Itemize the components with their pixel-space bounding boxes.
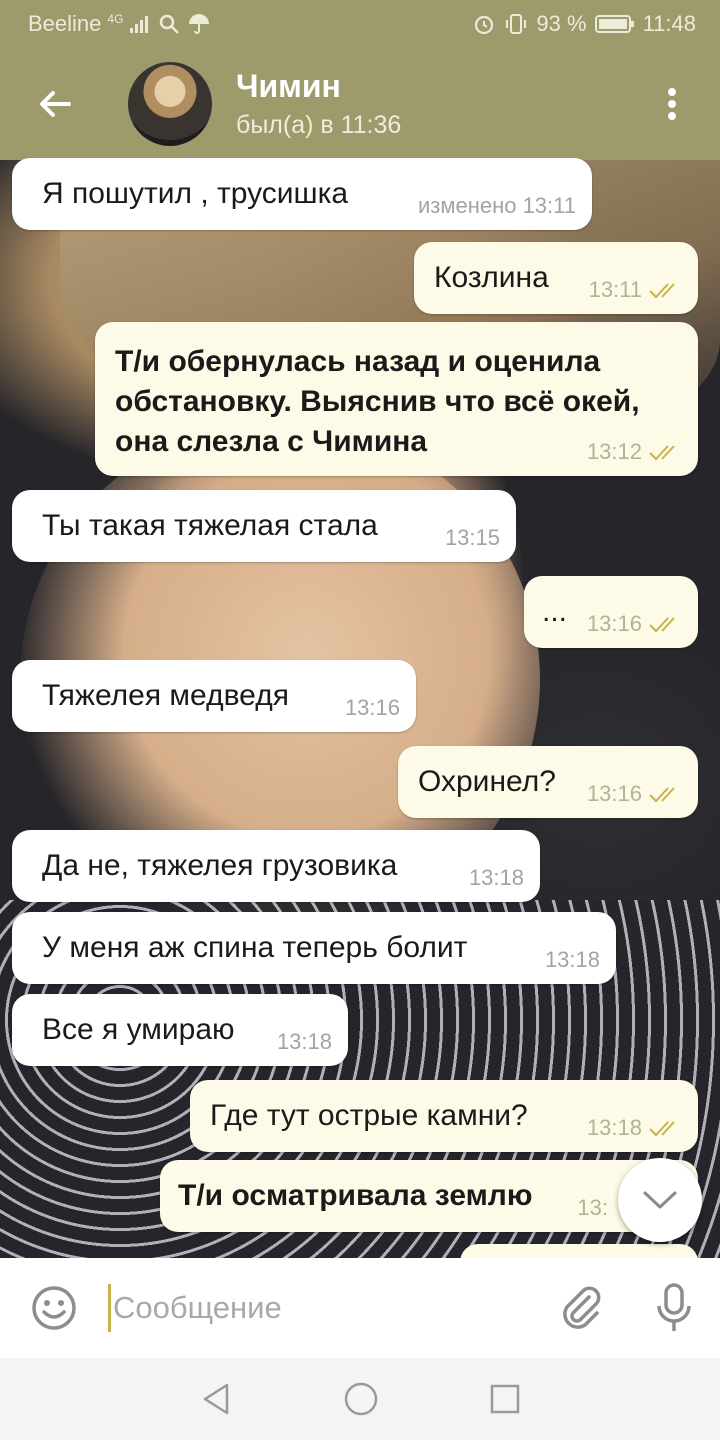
- more-vertical-icon: [668, 88, 676, 120]
- message-time: 13:16: [587, 782, 682, 806]
- back-button[interactable]: [0, 48, 110, 160]
- alarm-icon: [475, 15, 494, 35]
- message-text: Да не, тяжелея грузовика: [42, 849, 398, 882]
- scroll-down-button[interactable]: [618, 1158, 702, 1242]
- carrier-label: Beeline: [28, 11, 102, 36]
- message-bubble[interactable]: Козлина 13:11: [414, 242, 698, 314]
- more-options-button[interactable]: [624, 48, 720, 160]
- message-bubble[interactable]: Да не, тяжелея грузовика 13:18: [12, 830, 540, 902]
- chat-title-block[interactable]: Чимин был(а) в 11:36: [236, 66, 401, 142]
- last-seen-status: был(а) в 11:36: [236, 111, 402, 139]
- message-time: 13:18: [544, 947, 600, 972]
- message-bubble[interactable]: Ты такая тяжелая стала 13:15: [12, 490, 516, 562]
- message-bubble[interactable]: Тяжелея медведя 13:16: [12, 660, 416, 732]
- message-time: 13:18: [276, 1029, 332, 1054]
- umbrella-icon: [189, 14, 210, 34]
- search-icon: [160, 14, 180, 34]
- message-bubble[interactable]: Я пошутил , трусишка изменено 13:11: [12, 158, 592, 230]
- nav-recents-icon[interactable]: [489, 1383, 521, 1415]
- message-time: 13:18: [468, 865, 524, 890]
- double-check-icon: [649, 283, 675, 299]
- emoji-button[interactable]: [0, 1258, 108, 1358]
- status-bar: Beeline 4G 93 % 11:48: [0, 0, 720, 48]
- message-bubble[interactable]: Все я умираю 13:18: [12, 994, 348, 1066]
- message-bubble[interactable]: Охринел? 13:16: [398, 746, 698, 818]
- double-check-icon: [649, 787, 675, 803]
- clock: 11:48: [642, 11, 696, 36]
- message-input[interactable]: Сообщение: [108, 1258, 536, 1358]
- message-time: изменено 13:11: [417, 193, 576, 218]
- message-bubble[interactable]: У меня аж спина теперь болит 13:18: [12, 912, 616, 984]
- nav-back-icon[interactable]: [199, 1382, 233, 1416]
- battery-icon: [594, 15, 634, 33]
- double-check-icon: [649, 617, 675, 633]
- paperclip-icon: [563, 1286, 601, 1329]
- message-time: 13:15: [444, 525, 500, 550]
- double-check-icon: [649, 1121, 675, 1137]
- nav-home-icon[interactable]: [343, 1381, 379, 1417]
- network-type: 4G: [107, 12, 124, 26]
- voice-message-button[interactable]: [628, 1258, 720, 1358]
- double-check-icon: [649, 445, 675, 461]
- signal-icon: [130, 16, 149, 33]
- message-bubble[interactable]: Т/и обернулась назад и оценила обстановк…: [95, 322, 698, 476]
- message-bubble[interactable]: Где тут острые камни? 13:18: [190, 1080, 698, 1152]
- message-composer: Сообщение: [0, 1258, 720, 1358]
- message-time: 13:12: [587, 440, 682, 464]
- attach-button[interactable]: [536, 1258, 628, 1358]
- contact-name: Чимин: [236, 68, 341, 104]
- message-time: 13:16: [344, 695, 400, 720]
- message-bubble[interactable]: ... 13:16: [524, 576, 698, 648]
- smile-icon: [32, 1286, 76, 1330]
- message-time: 13:18: [587, 1116, 682, 1140]
- avatar[interactable]: [128, 62, 212, 146]
- microphone-icon: [657, 1283, 691, 1331]
- text-caret: [108, 1284, 111, 1332]
- message-text: Т/и обернулась назад и оценила обстановк…: [115, 345, 640, 458]
- message-time: 13:: [577, 1195, 608, 1220]
- arrow-left-icon: [40, 91, 71, 117]
- chevron-down-icon: [643, 1191, 677, 1209]
- system-navigation-bar: [0, 1358, 720, 1440]
- message-time: 13:16: [587, 612, 682, 636]
- message-text: У меня аж спина теперь болит: [42, 931, 468, 964]
- message-time: 13:11: [589, 278, 682, 302]
- vibrate-icon: [506, 14, 527, 34]
- battery-percent: 93 %: [536, 11, 587, 36]
- chat-header: Чимин был(а) в 11:36: [0, 48, 720, 160]
- message-placeholder: Сообщение: [113, 1290, 282, 1325]
